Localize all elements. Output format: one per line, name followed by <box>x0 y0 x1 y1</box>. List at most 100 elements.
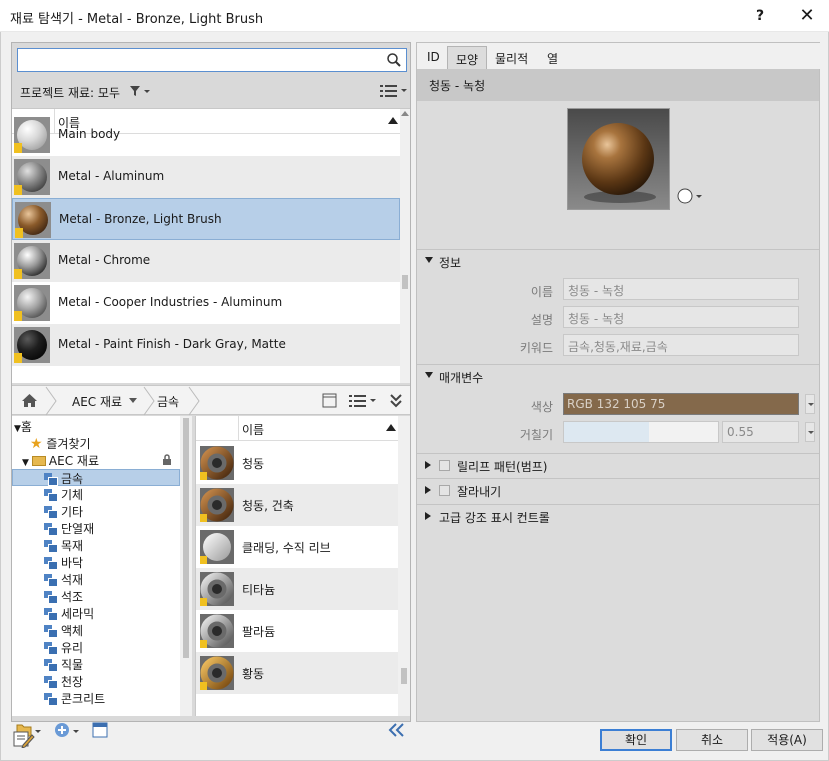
category-icon <box>44 523 58 536</box>
tree-item-category[interactable]: 직물 <box>44 656 83 673</box>
tab-id[interactable]: ID <box>419 46 448 69</box>
tree-scrollbar[interactable] <box>180 416 192 716</box>
breadcrumb-metal[interactable]: 금속 <box>157 393 179 410</box>
library-list-scrollbar[interactable] <box>398 416 410 716</box>
create-material-icon[interactable] <box>54 722 80 738</box>
material-list-scrollbar[interactable] <box>400 109 410 383</box>
library-name-column-header[interactable]: 이름 <box>242 421 264 438</box>
tree-item-category[interactable]: 바닥 <box>44 554 83 571</box>
library-material-row[interactable]: 클래딩, 수직 리브 <box>196 526 398 568</box>
category-label: 천장 <box>61 675 84 689</box>
edit-icon[interactable] <box>13 730 35 748</box>
roughness-slider[interactable] <box>563 421 719 443</box>
library-material-row[interactable]: 티타늄 <box>196 568 398 610</box>
section-relief-pattern[interactable]: 릴리프 패턴(범프) <box>417 453 819 475</box>
panel-toggle-icon[interactable] <box>322 393 337 408</box>
material-row[interactable]: Metal - Chrome <box>12 240 400 282</box>
section-advanced-highlight[interactable]: 고급 강조 표시 컨트롤 <box>417 504 819 526</box>
material-row[interactable]: Metal - Aluminum <box>12 156 400 198</box>
library-view-icon[interactable] <box>349 394 377 408</box>
material-row[interactable]: Metal - Cooper Industries - Aluminum <box>12 282 400 324</box>
breadcrumb-aec-library[interactable]: AEC 재료 <box>72 393 122 410</box>
library-material-name: 청동, 건축 <box>242 499 294 513</box>
cancel-button[interactable]: 취소 <box>676 729 748 751</box>
preview-options-icon[interactable] <box>677 188 705 204</box>
home-icon[interactable] <box>22 394 37 407</box>
tree-item-category[interactable]: 천장 <box>44 673 83 690</box>
library-material-row[interactable]: 팔라듐 <box>196 610 398 652</box>
search-icon[interactable] <box>386 52 402 68</box>
tab-strip: ID 모양 물리적 열 <box>417 43 821 69</box>
tree-item-category[interactable]: 기체 <box>44 486 83 503</box>
library-material-thumbnail <box>200 488 234 522</box>
description-field[interactable]: 청동 - 녹청 <box>563 306 799 328</box>
library-material-row[interactable]: 황동 <box>196 652 398 694</box>
ok-button[interactable]: 확인 <box>600 729 672 751</box>
roughness-dropdown[interactable] <box>805 422 815 442</box>
material-row[interactable]: Metal - Paint Finish - Dark Gray, Matte <box>12 324 400 366</box>
section-parameters[interactable]: 매개변수 <box>417 364 819 386</box>
tree-item-category[interactable]: 금속 <box>12 469 180 486</box>
close-button[interactable]: ✕ <box>785 0 829 32</box>
library-material-thumbnail <box>200 530 234 564</box>
material-name: Metal - Bronze, Light Brush <box>59 212 222 226</box>
library-material-row[interactable]: 청동 <box>196 442 398 484</box>
category-label: 단열재 <box>61 522 95 536</box>
category-label: 금속 <box>61 472 84 486</box>
library-material-row[interactable]: 청동, 건축 <box>196 484 398 526</box>
category-icon <box>44 642 58 655</box>
tree-root-home[interactable]: ▼홈 <box>14 418 32 435</box>
tree-item-aec-library[interactable]: ▼ AEC 재료 <box>22 452 99 469</box>
color-dropdown[interactable] <box>805 394 815 414</box>
relief-checkbox[interactable] <box>439 460 450 471</box>
tree-item-favorites[interactable]: ★ 즐겨찾기 <box>30 435 91 452</box>
roughness-label: 거칠기 <box>519 428 553 442</box>
tab-appearance[interactable]: 모양 <box>447 46 488 69</box>
category-icon <box>44 540 58 553</box>
tab-thermal[interactable]: 열 <box>539 46 566 69</box>
library-list-header: 이름 <box>196 416 398 441</box>
double-chevron-down-icon[interactable] <box>390 394 402 408</box>
list-view-icon[interactable] <box>380 84 408 98</box>
left-footer-toolbar <box>12 719 410 741</box>
tab-physical[interactable]: 물리적 <box>487 46 536 69</box>
section-cutout[interactable]: 잘라내기 <box>417 478 819 500</box>
collapse-panel-icon[interactable] <box>388 723 404 737</box>
category-icon <box>44 693 58 706</box>
name-field[interactable]: 청동 - 녹청 <box>563 278 799 300</box>
apply-button[interactable]: 적용(A) <box>751 729 823 751</box>
help-button[interactable]: ? <box>740 0 780 32</box>
chevron-down-icon[interactable] <box>129 398 137 404</box>
filter-icon[interactable] <box>129 85 151 97</box>
star-icon: ★ <box>30 436 43 452</box>
material-row[interactable]: Metal - Bronze, Light Brush <box>12 198 400 240</box>
category-icon <box>44 473 58 486</box>
tree-item-category[interactable]: 석조 <box>44 588 83 605</box>
tree-item-category[interactable]: 콘크리트 <box>44 690 105 707</box>
window-title: 재료 탐색기 - Metal - Bronze, Light Brush <box>10 12 264 27</box>
left-panel: 프로젝트 재료: 모두 이름 Main body Metal - Aluminum… <box>11 42 411 738</box>
tree-item-category[interactable]: 단열재 <box>44 520 94 537</box>
section-info[interactable]: 정보 <box>417 249 819 271</box>
category-label: 직물 <box>61 658 84 672</box>
roughness-value[interactable]: 0.55 <box>722 421 799 443</box>
category-label: 석재 <box>61 573 84 587</box>
search-field[interactable] <box>21 49 381 69</box>
material-editor-icon[interactable] <box>92 722 108 738</box>
tree-item-category[interactable]: 세라믹 <box>44 605 94 622</box>
tree-item-category[interactable]: 석재 <box>44 571 83 588</box>
tree-item-category[interactable]: 유리 <box>44 639 83 656</box>
library-tree: ▼홈 ★ 즐겨찾기 ▼ AEC 재료 금속 기체 기타단열재 목재 바닥석재 석조 세라믹 액체… <box>12 416 192 716</box>
material-thumbnail <box>14 159 50 195</box>
material-row[interactable]: Main body <box>12 114 400 156</box>
search-input[interactable] <box>17 48 407 72</box>
folder-icon <box>31 456 46 466</box>
library-material-name: 황동 <box>242 667 265 681</box>
keywords-field[interactable]: 금속,청동,재료,금속 <box>563 334 799 356</box>
tree-item-category[interactable]: 기타 <box>44 503 83 520</box>
tree-item-category[interactable]: 목재 <box>44 537 83 554</box>
library-sort-ascending-icon[interactable] <box>386 424 396 431</box>
tree-item-category[interactable]: 액체 <box>44 622 83 639</box>
color-swatch[interactable]: RGB 132 105 75 <box>563 393 799 415</box>
cutout-checkbox[interactable] <box>439 485 450 496</box>
